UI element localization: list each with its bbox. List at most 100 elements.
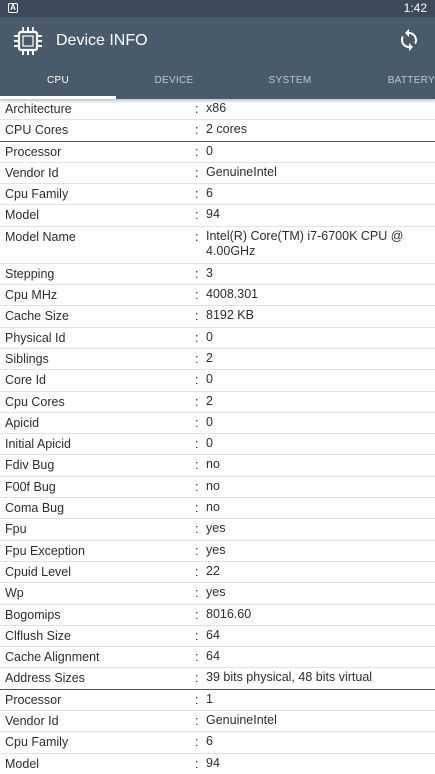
info-row: Cpuid Level:22 [0,562,435,584]
info-row: Fdiv Bug: no [0,455,435,477]
info-row-label: Physical Id [5,330,66,345]
tab-bar: CPU DEVICE SYSTEM BATTERY [0,64,435,99]
info-row-label: Fpu Exception [5,543,85,558]
info-row-value: yes [206,542,226,557]
info-row: Physical Id:0 [0,328,435,349]
info-row-value: 6 [206,734,213,749]
info-row-label: Coma Bug [5,501,65,516]
info-row-value: 22 [206,563,220,578]
info-row-separator: : [195,714,199,729]
info-row: Cpu MHz:4008.301 [0,285,435,307]
info-row-separator: : [195,501,199,516]
info-row-separator: : [195,628,199,643]
info-row-value: no [206,457,220,472]
info-row-separator: : [195,479,199,494]
info-row-value: 94 [206,207,220,222]
info-row-separator: : [195,564,199,579]
info-row-value: 6 [206,186,213,201]
info-row: Fpu Exception: yes [0,541,435,562]
info-row-separator: : [195,692,199,707]
info-row-value: x86 [206,101,227,115]
info-row: Core Id:0 [0,370,435,392]
info-row: Model:94 [0,205,435,227]
info-row-separator: : [195,522,199,537]
info-row-label: Processor [5,144,62,159]
info-row-label: Fpu [5,522,27,537]
info-row-value: yes [206,521,226,536]
info-row-value: yes [206,585,226,600]
info-row-label: Model Name [5,229,76,244]
info-row: Architecture: x86 [0,99,435,121]
info-row-value: GenuineIntel [206,713,277,728]
info-row: F00f Bug: no [0,477,435,499]
info-row-label: Clflush Size [5,628,71,643]
notification-app-icon: A [8,3,18,13]
info-row: Clflush Size:64 [0,626,435,648]
info-row: Fpu: yes [0,519,435,541]
info-row: Processor:0 [0,142,435,163]
info-row-separator: : [195,607,199,622]
info-row-separator: : [195,735,199,750]
info-row: Siblings:2 [0,349,435,371]
info-row-label: Vendor Id [5,714,59,729]
info-row-value: GenuineIntel [206,164,277,179]
status-clock: 1:42 [403,1,427,15]
info-row-value: 0 [206,372,213,387]
info-row-label: Model [5,208,40,223]
info-row-value: 94 [206,755,220,770]
info-row-separator: : [195,373,199,388]
info-row-separator: : [195,351,199,366]
info-row-separator: : [195,102,199,116]
info-row-separator: : [195,543,199,558]
info-row-separator: : [195,288,199,303]
info-row-separator: : [195,309,199,324]
refresh-icon[interactable] [397,28,421,52]
info-row: Initial Apicid:0 [0,434,435,456]
info-row-label: CPU Cores [5,123,69,138]
info-row: CPU Cores:2 cores [0,120,435,142]
info-row-value: 1 [206,691,213,706]
info-row-label: Architecture [5,102,72,116]
info-row-label: F00f Bug [5,479,56,494]
info-row-value: 0 [206,143,213,158]
info-row-label: Cpuid Level [5,564,72,579]
info-row-label: Processor [5,692,62,707]
info-row-label: Apicid [5,415,40,430]
info-row: Cpu Family:6 [0,184,435,206]
status-bar: A 1:42 [0,0,435,17]
info-row-value: 8016.60 [206,606,252,621]
info-row-label: Stepping [5,266,55,281]
tab-system[interactable]: SYSTEM [232,64,348,99]
info-row-label: Cache Size [5,309,69,324]
info-row: Vendor Id: GenuineIntel [0,163,435,185]
info-row: Cpu Family:6 [0,732,435,754]
info-row-separator: : [195,229,199,244]
info-row: Coma Bug: no [0,498,435,520]
info-row-separator: : [195,187,199,202]
info-row-separator: : [195,437,199,452]
info-row-label: Wp [5,586,24,601]
info-row-value: 8192 KB [206,308,254,323]
tab-battery[interactable]: BATTERY [348,64,435,99]
info-row-value: no [206,500,220,515]
cpu-info-list[interactable]: Architecture: x86 CPU Cores:2 cores Process… [0,99,435,774]
info-row-value: 64 [206,627,220,642]
info-row: Cache Alignment:64 [0,647,435,669]
info-row-separator: : [195,650,199,665]
cpu-chip-icon [14,27,42,55]
info-row-separator: : [195,458,199,473]
info-row-value: 3 [206,265,213,280]
info-row: Address Sizes:39 bits physical, 48 bits … [0,668,435,690]
tab-cpu[interactable]: CPU [0,64,116,99]
info-row-separator: : [195,208,199,223]
info-row-label: Cpu Family [5,187,69,202]
app-bar: Device INFO [0,17,435,64]
info-row-label: Bogomips [5,607,61,622]
info-row-separator: : [195,394,199,409]
info-row-separator: : [195,415,199,430]
info-row-label: Cpu Family [5,735,69,750]
info-row: Cache Size:8192 KB [0,306,435,328]
info-row-value: 39 bits physical, 48 bits virtual [206,670,373,685]
info-row-label: Cpu Cores [5,394,65,409]
tab-device[interactable]: DEVICE [116,64,232,99]
